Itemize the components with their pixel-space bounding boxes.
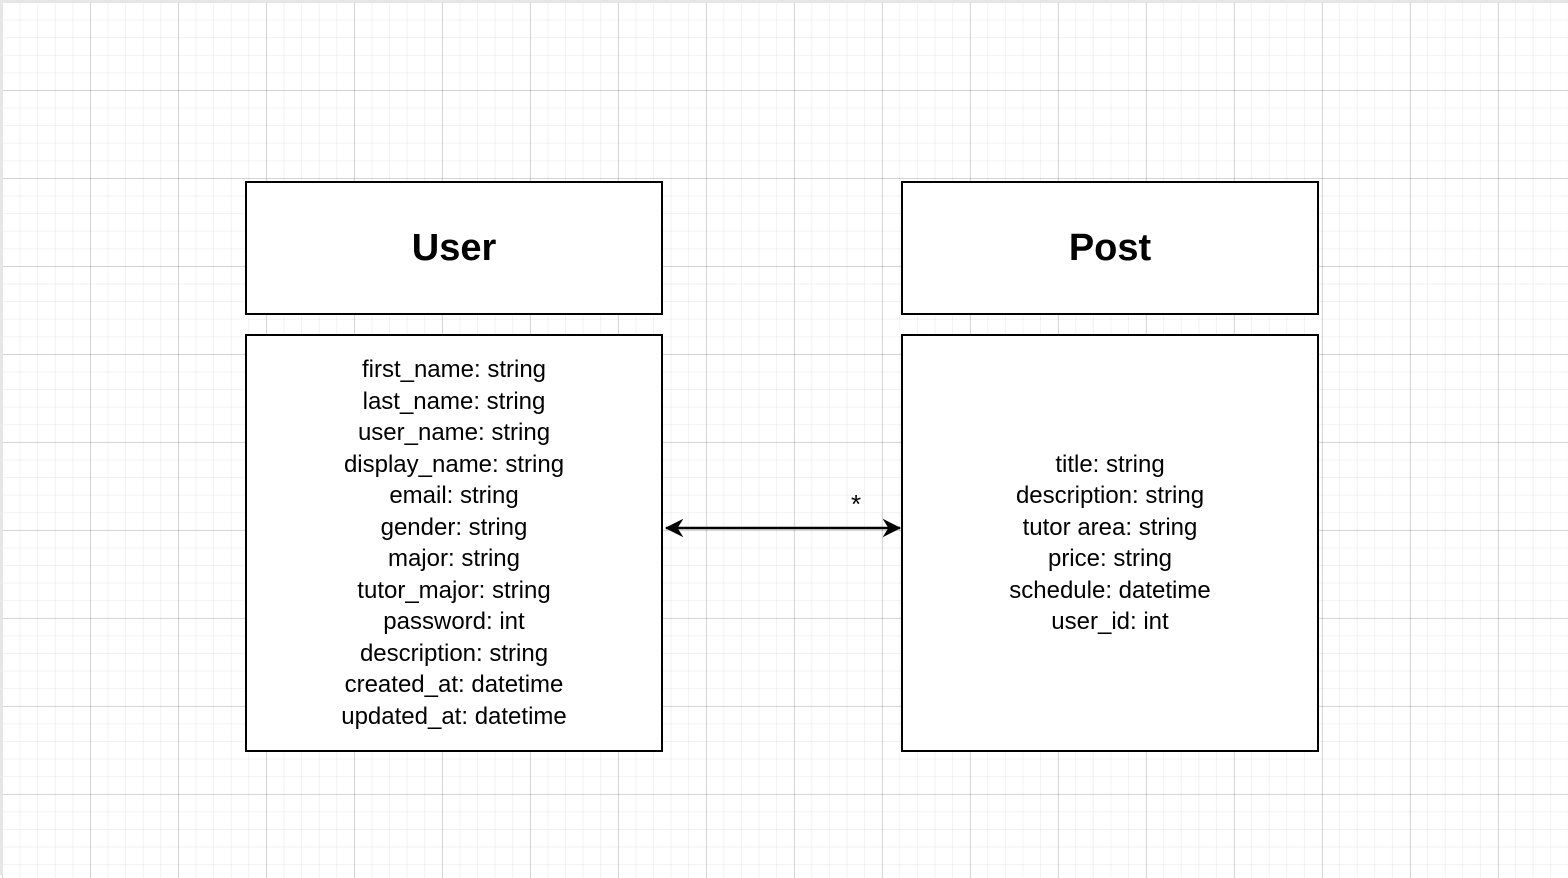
post-class-name: Post — [1068, 226, 1152, 269]
user-attribute: first_name: string — [361, 356, 547, 383]
post-attribute: user_id: int — [1051, 608, 1169, 635]
post-attribute: schedule: datetime — [1009, 576, 1211, 604]
user-attribute: created_at: datetime — [344, 671, 564, 698]
post-class-header[interactable]: Post — [901, 181, 1319, 315]
post-attribute: description: string — [1015, 482, 1205, 509]
user-class-name: User — [411, 226, 497, 269]
user-attribute: display_name: string — [343, 450, 565, 478]
user-attribute: password: int — [383, 608, 525, 635]
post-attribute: tutor area: string — [1022, 513, 1198, 541]
user-attribute: user_name: string — [357, 419, 551, 446]
multiplicity-label: * — [851, 489, 862, 519]
user-class-header[interactable]: User — [245, 181, 663, 315]
post-attribute: price: string — [1047, 545, 1173, 572]
user-class-attributes[interactable]: first_name: string last_name: string use… — [245, 334, 663, 752]
diagram-canvas: User first_name: string last_name: strin… — [0, 0, 1568, 875]
user-attribute: major: string — [387, 545, 521, 572]
user-attribute: description: string — [359, 639, 549, 667]
user-attribute: updated_at: datetime — [341, 702, 567, 730]
user-attribute: tutor_major: string — [357, 576, 551, 604]
post-attribute: title: string — [1055, 450, 1165, 478]
user-attribute: email: string — [389, 482, 519, 509]
user-attribute: gender: string — [380, 513, 528, 541]
association-connector[interactable] — [3, 3, 1568, 878]
post-class-attributes[interactable]: title: string description: string tutor … — [901, 334, 1319, 752]
user-attribute: last_name: string — [362, 387, 546, 415]
